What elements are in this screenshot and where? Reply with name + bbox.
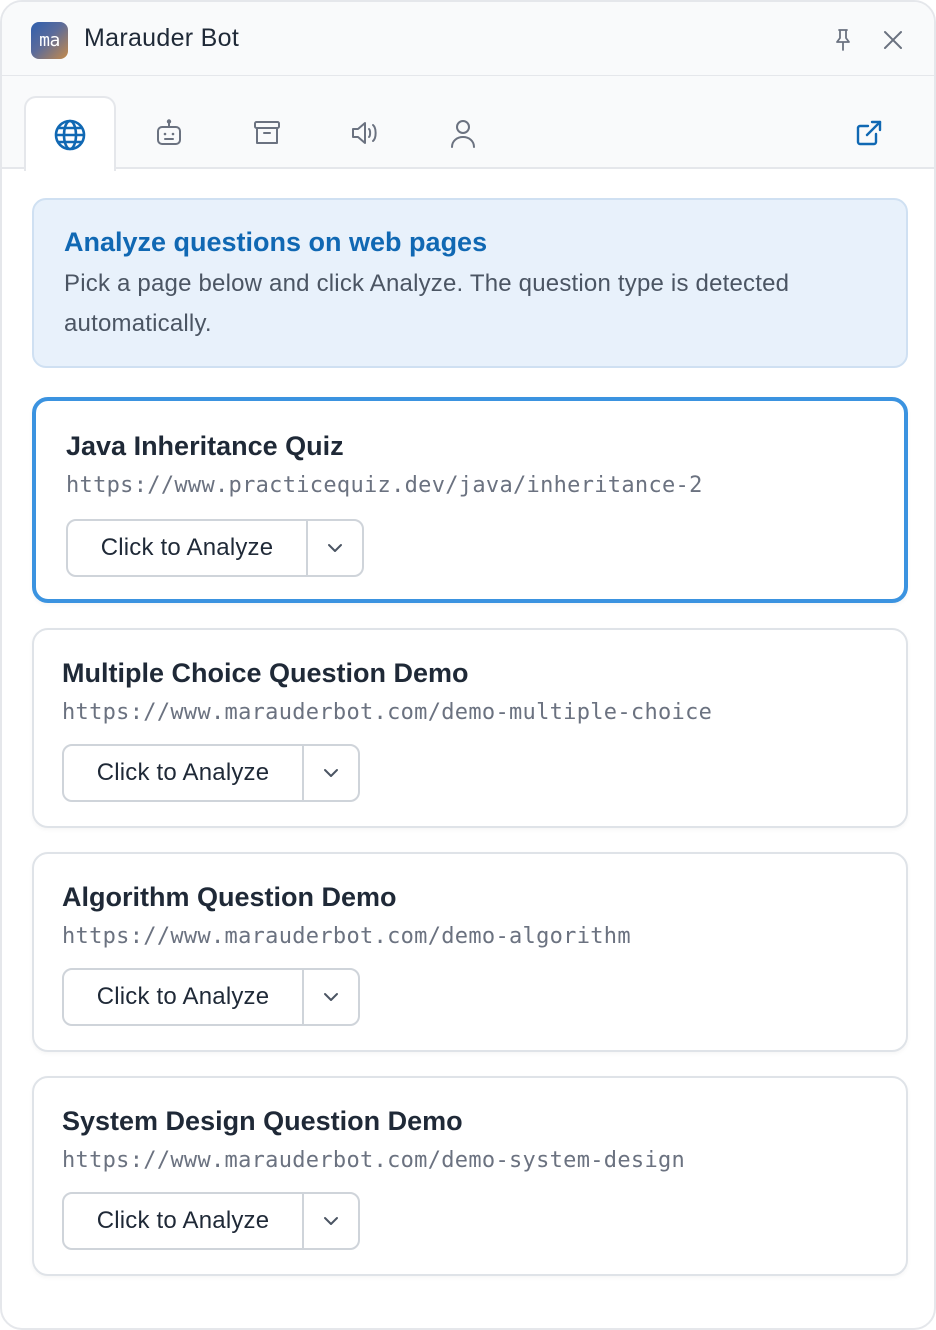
banner-text: Pick a page below and click Analyze. The… [64, 270, 790, 337]
page-card-java-inheritance[interactable]: Java Inheritance Quiz https://www.practi… [32, 397, 908, 603]
analyze-options-button[interactable] [308, 521, 362, 575]
analyze-button[interactable]: Click to Analyze [64, 746, 304, 800]
page-card-algorithm[interactable]: Algorithm Question Demo https://www.mara… [32, 852, 908, 1052]
tab-audio[interactable] [319, 96, 411, 169]
app-logo: ma [31, 22, 68, 59]
analyze-split-button: Click to Analyze [62, 744, 360, 802]
tab-archive[interactable] [221, 96, 313, 169]
card-title: Algorithm Question Demo [62, 882, 397, 912]
analyze-split-button: Click to Analyze [66, 519, 364, 577]
chevron-down-icon [324, 1217, 338, 1225]
chevron-down-icon [324, 993, 338, 1001]
chevron-down-icon [324, 769, 338, 777]
card-url: https://www.practicequiz.dev/java/inheri… [66, 473, 703, 498]
analyze-button[interactable]: Click to Analyze [64, 1194, 304, 1248]
analyze-button[interactable]: Click to Analyze [68, 521, 308, 575]
card-url: https://www.marauderbot.com/demo-system-… [62, 1148, 686, 1173]
title-bar: ma Marauder Bot [2, 2, 934, 76]
pin-icon [836, 29, 850, 51]
page-card-system-design[interactable]: System Design Question Demo https://www.… [32, 1076, 908, 1276]
info-banner: Analyze questions on web pages Pick a pa… [32, 198, 908, 368]
card-url: https://www.marauderbot.com/demo-algorit… [62, 924, 631, 949]
open-external-button[interactable] [823, 96, 915, 169]
analyze-button[interactable]: Click to Analyze [64, 970, 304, 1024]
robot-icon [157, 118, 181, 145]
page-card-multiple-choice[interactable]: Multiple Choice Question Demo https://ww… [32, 628, 908, 828]
chevron-down-icon [328, 544, 342, 552]
analyze-options-button[interactable] [304, 746, 358, 800]
close-button[interactable] [879, 26, 907, 54]
analyze-options-button[interactable] [304, 1194, 358, 1248]
analyze-options-button[interactable] [304, 970, 358, 1024]
tab-web[interactable] [24, 96, 116, 171]
banner-title: Analyze questions on web pages [64, 227, 488, 257]
pin-button[interactable] [829, 26, 857, 54]
globe-icon [54, 119, 86, 150]
speaker-icon [352, 121, 377, 144]
external-link-icon [856, 120, 882, 145]
close-icon [884, 31, 902, 49]
tab-bar [2, 76, 934, 171]
card-title: Multiple Choice Question Demo [62, 658, 469, 688]
analyze-split-button: Click to Analyze [62, 968, 360, 1026]
marauder-bot-window: ma Marauder Bot Analyze questions on web… [0, 0, 936, 1330]
tab-bot[interactable] [123, 96, 215, 169]
card-url: https://www.marauderbot.com/demo-multipl… [62, 700, 713, 725]
app-title: Marauder Bot [84, 24, 240, 52]
card-title: System Design Question Demo [62, 1106, 463, 1136]
tab-profile[interactable] [417, 96, 509, 169]
user-icon [451, 119, 475, 148]
analyze-split-button: Click to Analyze [62, 1192, 360, 1250]
archive-icon [254, 120, 280, 144]
card-title: Java Inheritance Quiz [66, 431, 344, 461]
